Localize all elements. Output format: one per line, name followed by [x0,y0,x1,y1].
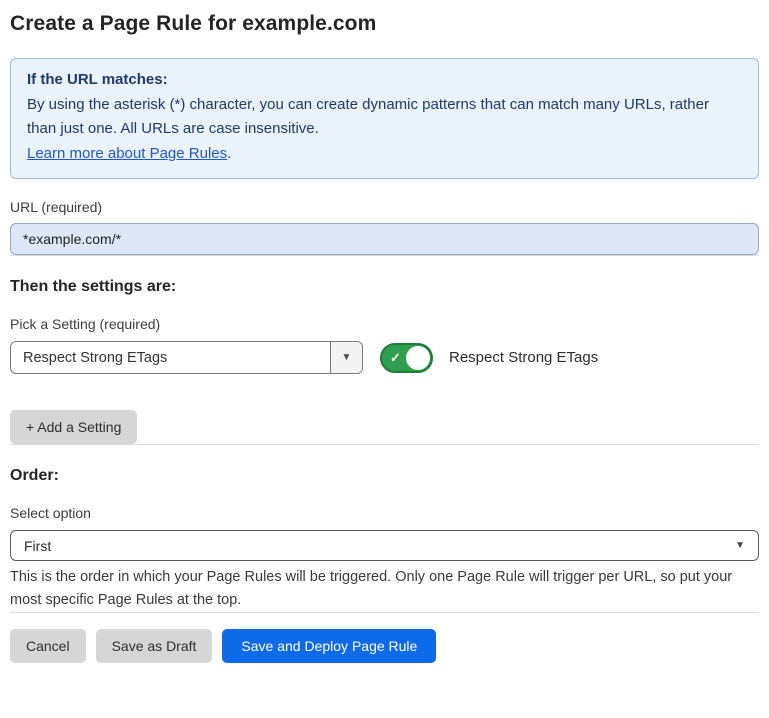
create-page-rule-form: Create a Page Rule for example.com If th… [0,0,769,663]
toggle-knob [406,346,430,370]
info-box-link-line: Learn more about Page Rules. [27,142,742,167]
order-help-text: This is the order in which your Page Rul… [10,566,759,612]
add-setting-button[interactable]: + Add a Setting [10,410,137,444]
pick-setting-label: Pick a Setting (required) [10,316,759,332]
section-divider [10,612,759,613]
info-box-body: By using the asterisk (*) character, you… [27,93,742,142]
section-divider [10,255,759,256]
setting-toggle[interactable]: ✓ [380,343,433,373]
setting-select-arrow-button[interactable]: ▼ [330,342,362,373]
info-box-heading: If the URL matches: [27,68,742,93]
order-select[interactable]: First ▼ [10,530,759,561]
settings-heading: Then the settings are: [10,278,759,296]
order-select-label: Select option [10,505,759,521]
save-draft-button[interactable]: Save as Draft [96,629,213,663]
setting-row: Respect Strong ETags ▼ ✓ Respect Strong … [10,341,759,374]
url-input[interactable] [10,223,759,255]
cancel-button[interactable]: Cancel [10,629,86,663]
page-title: Create a Page Rule for example.com [10,12,759,36]
link-suffix: . [227,145,231,162]
setting-toggle-label: Respect Strong ETags [449,349,598,366]
setting-toggle-group: ✓ Respect Strong ETags [380,343,598,373]
check-icon: ✓ [390,350,401,366]
url-label: URL (required) [10,199,759,215]
url-match-info-box: If the URL matches: By using the asteris… [10,58,759,179]
save-deploy-button[interactable]: Save and Deploy Page Rule [222,629,436,663]
setting-select-value: Respect Strong ETags [11,350,330,366]
section-divider [10,444,759,445]
caret-down-icon: ▼ [735,540,745,551]
order-heading: Order: [10,467,759,485]
form-actions: Cancel Save as Draft Save and Deploy Pag… [10,629,759,663]
caret-down-icon: ▼ [342,352,352,363]
setting-select[interactable]: Respect Strong ETags ▼ [10,341,363,374]
order-select-value: First [24,538,51,554]
learn-more-link[interactable]: Learn more about Page Rules [27,145,227,162]
